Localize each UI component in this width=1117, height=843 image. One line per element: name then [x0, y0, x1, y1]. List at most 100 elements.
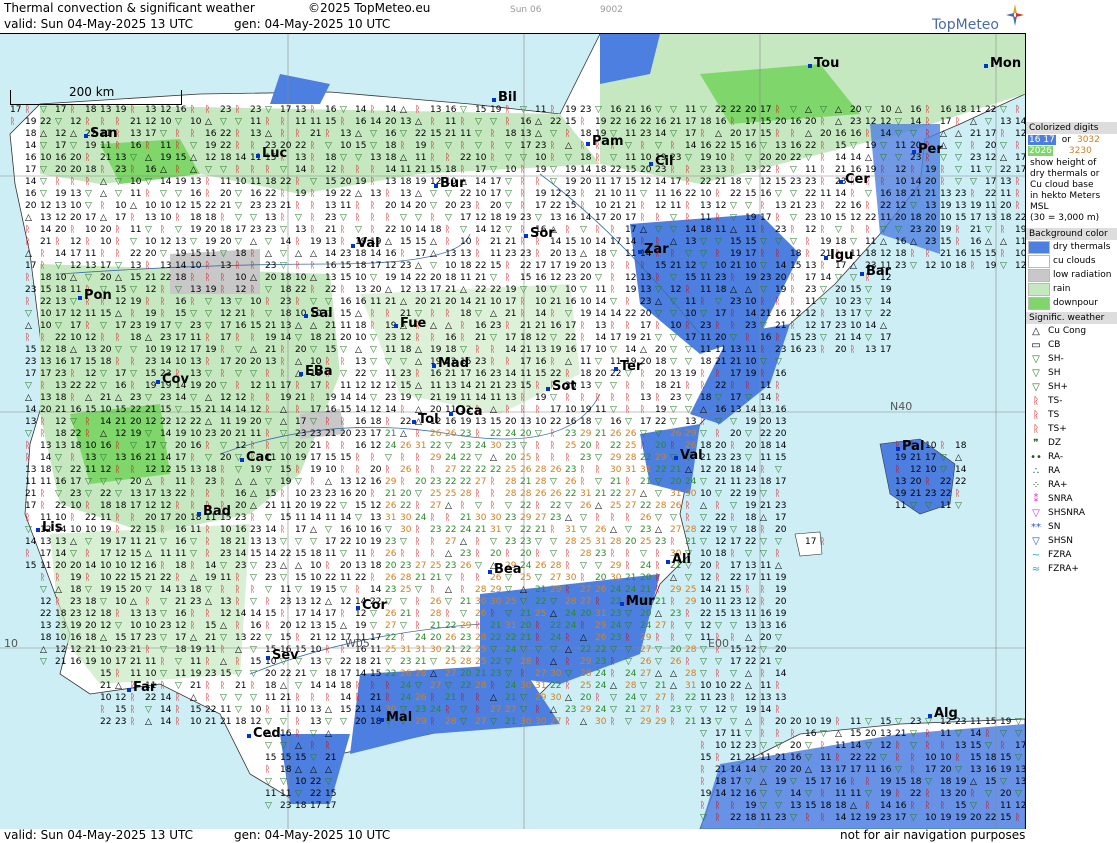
thermal-digit: ▽: [655, 225, 662, 235]
thermal-digit: ▽: [820, 729, 827, 739]
thermal-digit: ᚱ: [685, 200, 690, 211]
thermal-digit: 23: [925, 237, 936, 247]
thermal-digit: ▽: [760, 801, 767, 811]
thermal-digit: △: [355, 129, 362, 139]
thermal-digit: ▽: [310, 345, 317, 355]
thermal-digit: 12: [370, 405, 381, 415]
thermal-digit: ▽: [415, 213, 422, 223]
thermal-digit: ▽: [25, 429, 32, 439]
thermal-digit: △: [745, 285, 752, 295]
thermal-digit: 23: [955, 189, 966, 199]
thermal-digit: 14: [595, 297, 607, 307]
thermal-digit: ᚱ: [790, 128, 795, 139]
thermal-digit: ᚱ: [370, 548, 375, 559]
thermal-digit: ᚱ: [610, 668, 615, 679]
thermal-digit: ᚱ: [895, 752, 900, 763]
thermal-digit: ᚱ: [25, 236, 30, 247]
thermal-digit: 15: [130, 549, 141, 559]
thermal-digit: 16: [880, 189, 892, 199]
thermal-digit: 17: [685, 333, 696, 343]
city-marker: [299, 372, 303, 376]
thermal-digit: 27: [490, 705, 501, 715]
thermal-digit: 12: [70, 261, 81, 271]
thermal-digit: 29: [520, 513, 532, 523]
thermal-digit: 20: [40, 405, 52, 415]
thermal-digit: 22: [715, 141, 726, 151]
thermal-digit: 10: [175, 357, 187, 367]
thermal-digit: ᚱ: [670, 620, 675, 631]
thermal-digit: △: [70, 129, 77, 139]
thermal-digit: 10: [295, 705, 307, 715]
thermal-digit: ▽: [175, 405, 182, 415]
thermal-digit: ᚱ: [40, 428, 45, 439]
thermal-digit: 13: [55, 201, 66, 211]
thermal-digit: 22: [475, 285, 486, 295]
thermal-digit: 11: [595, 285, 606, 295]
thermal-digit: ᚱ: [610, 284, 615, 295]
thermal-digit: 21: [445, 285, 456, 295]
legend-explain-line: in hekto Meters: [1030, 191, 1113, 202]
thermal-digit: 22: [595, 645, 606, 655]
thermal-digit: 12: [115, 429, 126, 439]
thermal-digit: 23: [475, 357, 486, 367]
thermal-digit: 13: [820, 765, 831, 775]
thermal-digit: 11: [190, 525, 201, 535]
thermal-digit: ᚱ: [460, 116, 465, 127]
thermal-digit: ᚱ: [745, 380, 750, 391]
thermal-digit: 17: [490, 177, 501, 187]
thermal-digit: 10: [115, 201, 127, 211]
thermal-digit: 16: [325, 105, 337, 115]
thermal-digit: ▽: [550, 549, 557, 559]
thermal-digit: ▽: [280, 225, 287, 235]
thermal-digit: 13: [295, 597, 306, 607]
city-marker: [449, 412, 453, 416]
thermal-digit: ᚱ: [640, 404, 645, 415]
thermal-digit: 17: [940, 117, 951, 127]
day-nav-link[interactable]: Sun 06: [510, 5, 541, 15]
thermal-digit: ▽: [655, 657, 662, 667]
thermal-digit: ▽: [340, 345, 347, 355]
thermal-digit: △: [550, 705, 557, 715]
thermal-digit: 10: [715, 681, 727, 691]
thermal-digit: ▽: [85, 477, 92, 487]
thermal-digit: ᚱ: [490, 500, 495, 511]
thermal-digit: 22: [685, 189, 696, 199]
city-label: Tol: [418, 412, 439, 427]
thermal-digit: 15: [325, 345, 336, 355]
city-label: EBa: [305, 364, 333, 379]
thermal-digit: 14: [775, 261, 787, 271]
thermal-digit: ▽: [190, 237, 197, 247]
forecast-map[interactable]: 17 ᚱ ▽ 17 ᚱ 18 13 19 ᚱ 13 12 16 ᚱ ᚱ 23 ᚱ 23 ▽ 17 13 ᚱ 16 ▽ 14 ᚱ 1…: [0, 33, 1026, 829]
thermal-digit: ▽: [250, 693, 257, 703]
thermal-digit: 21: [325, 753, 336, 763]
thermal-digit: ▽: [760, 357, 767, 367]
thermal-digit: 23: [520, 537, 531, 547]
thermal-digit: 16: [880, 765, 892, 775]
thermal-digit: ▽: [295, 477, 302, 487]
thermal-digit: 12: [370, 441, 381, 451]
thermal-digit: 15: [190, 405, 201, 415]
topmeteo-logo[interactable]: TopMeteo: [930, 4, 1025, 33]
thermal-digit: ▽: [595, 381, 602, 391]
thermal-digit: ᚱ: [130, 716, 135, 727]
thermal-digit: 21: [100, 681, 111, 691]
thermal-digit: 13: [760, 405, 771, 415]
thermal-digit: △: [295, 741, 302, 751]
thermal-digit: ▽: [685, 249, 692, 259]
thermal-digit: ▽: [115, 477, 122, 487]
thermal-digit: 14: [355, 105, 367, 115]
thermal-digit: 19: [190, 381, 202, 391]
thermal-digit: 23: [775, 501, 786, 511]
thermal-digit: 20: [895, 213, 907, 223]
thermal-digit: △: [835, 729, 842, 739]
legend-bg-item: dry thermals: [1026, 240, 1117, 254]
thermal-digit: 16: [760, 609, 772, 619]
thermal-digit: 14: [625, 237, 637, 247]
thermal-digit: 13: [520, 129, 531, 139]
thermal-digit: 13: [85, 453, 96, 463]
thermal-digit: 29: [610, 453, 622, 463]
thermal-digit: △: [115, 681, 122, 691]
thermal-digit: 15: [280, 513, 291, 523]
thermal-digit: 20: [670, 477, 682, 487]
thermal-digit: ᚱ: [490, 608, 495, 619]
